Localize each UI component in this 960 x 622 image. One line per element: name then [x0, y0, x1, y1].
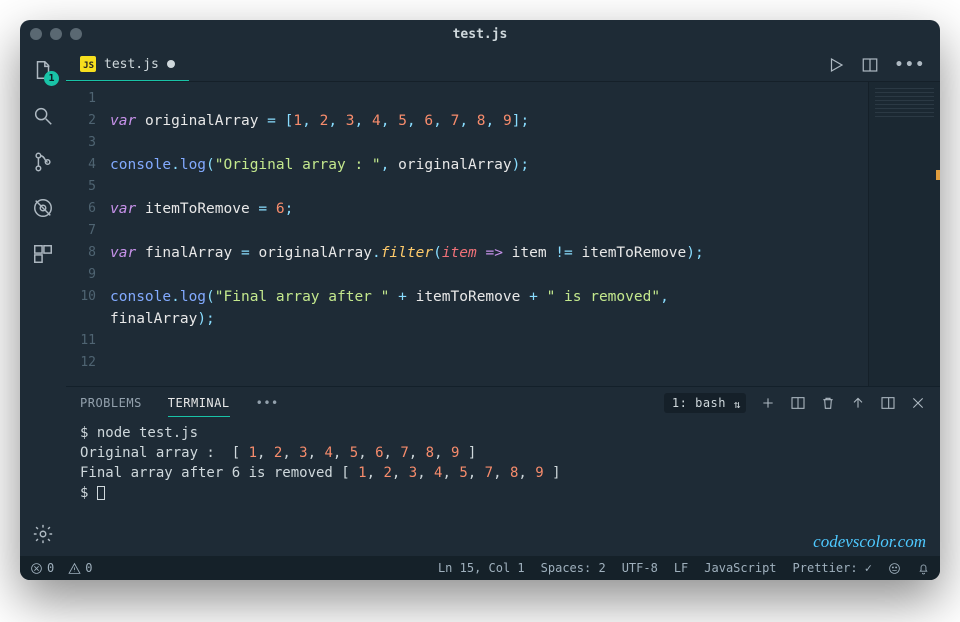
maximize-panel-icon[interactable]: [850, 395, 866, 411]
kill-terminal-icon[interactable]: [820, 395, 836, 411]
tab-bar: JS test.js •••: [66, 48, 940, 82]
extensions-icon[interactable]: [31, 242, 55, 266]
status-bell-icon[interactable]: [917, 562, 930, 575]
tab-label: test.js: [104, 57, 159, 72]
status-prettier[interactable]: Prettier: ✓: [793, 561, 872, 575]
minimap-marker: [936, 170, 940, 180]
debug-icon[interactable]: [31, 196, 55, 220]
toggle-panel-icon[interactable]: [880, 395, 896, 411]
explorer-icon[interactable]: 1: [31, 58, 55, 82]
source-control-icon[interactable]: [31, 150, 55, 174]
terminal[interactable]: $ node test.js Original array : [ 1, 2, …: [66, 419, 940, 556]
more-actions-icon[interactable]: •••: [895, 57, 926, 73]
status-cursor-position[interactable]: Ln 15, Col 1: [438, 561, 525, 575]
code-area[interactable]: var originalArray = [1, 2, 3, 4, 5, 6, 7…: [110, 88, 868, 386]
panel: PROBLEMS TERMINAL ••• 1: bash $ node tes: [66, 386, 940, 556]
status-eol[interactable]: LF: [674, 561, 688, 575]
tab-testjs[interactable]: JS test.js: [66, 48, 189, 81]
editor-window: test.js 1: [20, 20, 940, 580]
window-title: test.js: [20, 27, 940, 42]
activity-bar: 1: [20, 48, 66, 556]
line-gutter: 123456789101112: [66, 88, 110, 386]
run-icon[interactable]: [827, 56, 845, 74]
minimap[interactable]: [868, 82, 940, 386]
panel-tab-more-icon[interactable]: •••: [256, 390, 279, 416]
unsaved-dot-icon: [167, 60, 175, 68]
code-editor[interactable]: 123456789101112 var originalArray = [1, …: [66, 82, 868, 386]
status-bar: 0 0 Ln 15, Col 1 Spaces: 2 UTF-8 LF Java…: [20, 556, 940, 580]
status-feedback-icon[interactable]: [888, 562, 901, 575]
terminal-select[interactable]: 1: bash: [664, 396, 746, 410]
panel-tab-terminal[interactable]: TERMINAL: [168, 390, 230, 417]
terminal-cursor: [97, 486, 105, 500]
split-editor-icon[interactable]: [861, 56, 879, 74]
status-spaces[interactable]: Spaces: 2: [541, 561, 606, 575]
watermark: codevscolor.com: [813, 532, 926, 552]
new-terminal-icon[interactable]: [760, 395, 776, 411]
js-file-icon: JS: [80, 56, 96, 72]
close-panel-icon[interactable]: [910, 395, 926, 411]
titlebar: test.js: [20, 20, 940, 48]
status-language[interactable]: JavaScript: [704, 561, 776, 575]
explorer-badge: 1: [44, 71, 59, 86]
status-errors[interactable]: 0: [30, 561, 54, 575]
status-encoding[interactable]: UTF-8: [622, 561, 658, 575]
split-terminal-icon[interactable]: [790, 395, 806, 411]
status-warnings[interactable]: 0: [68, 561, 92, 575]
search-icon[interactable]: [31, 104, 55, 128]
settings-gear-icon[interactable]: [31, 522, 55, 546]
panel-tab-problems[interactable]: PROBLEMS: [80, 390, 142, 416]
